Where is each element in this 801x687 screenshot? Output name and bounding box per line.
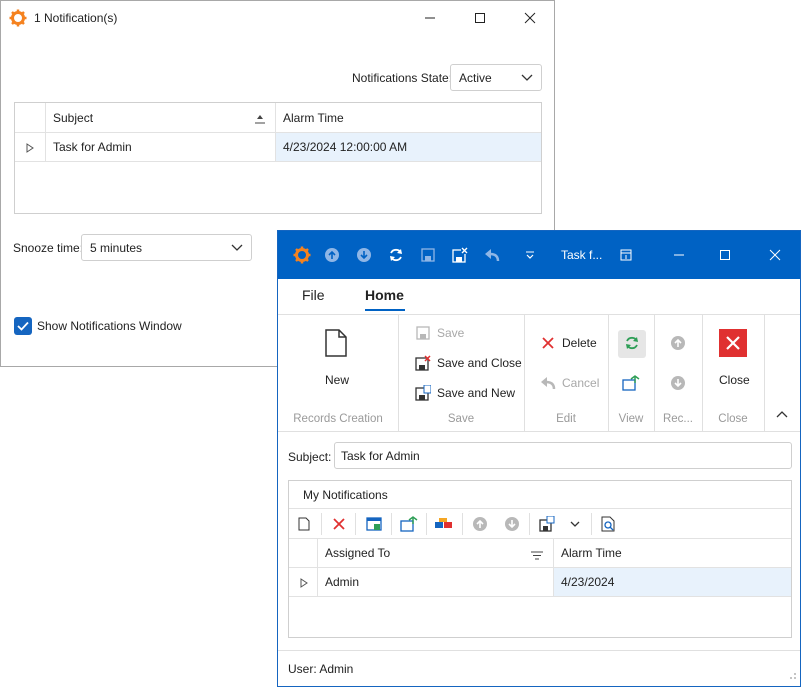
grid-header: Assigned To Alarm Time [289, 539, 791, 568]
column-header-alarm-time[interactable]: Alarm Time [275, 103, 541, 132]
group-label-records-creation: Records Creation [293, 413, 383, 425]
tab-file[interactable]: File [302, 287, 325, 303]
show-in-popup-icon[interactable] [399, 514, 419, 534]
customize-toolbar-icon[interactable] [518, 243, 542, 267]
status-user: User: Admin [288, 661, 354, 676]
new-icon[interactable] [294, 514, 314, 534]
new-button[interactable]: New [325, 373, 349, 387]
maximize-button[interactable] [457, 2, 503, 34]
group-by-icon[interactable] [434, 514, 454, 534]
close-button[interactable] [752, 239, 798, 271]
window-title: 1 Notification(s) [34, 11, 118, 25]
gear-icon [9, 9, 27, 27]
group-label-edit: Edit [556, 413, 576, 425]
quick-access-toolbar: Task f... [278, 231, 800, 279]
title-bar: 1 Notification(s) [1, 1, 554, 35]
column-header-subject[interactable]: Subject [45, 103, 275, 132]
sort-icon [255, 113, 265, 127]
save-icon [415, 325, 431, 341]
my-notifications-panel: My Notifications Assigned To Alarm Time … [288, 480, 792, 638]
close-button[interactable] [507, 2, 553, 34]
column-header-alarm-time[interactable]: Alarm Time [553, 539, 791, 567]
refresh-icon [624, 335, 640, 354]
alarm-time-cell: 4/23/2024 12:00:00 AM [275, 133, 541, 161]
minimize-button[interactable] [656, 239, 702, 271]
save-and-close-icon[interactable] [448, 243, 472, 267]
grid-header: Subject Alarm Time [15, 103, 541, 133]
chevron-down-icon [521, 71, 533, 85]
resize-grip-icon[interactable] [789, 669, 797, 683]
save-and-new-icon [415, 385, 431, 401]
chevron-down-icon [231, 241, 243, 255]
next-record-icon[interactable] [670, 375, 686, 394]
next-record-icon[interactable] [352, 243, 376, 267]
group-label-save: Save [447, 413, 475, 425]
delete-icon[interactable] [329, 514, 349, 534]
group-label-view: View [618, 413, 644, 425]
column-header-assigned-to[interactable]: Assigned To [317, 539, 553, 567]
show-notifications-label: Show Notifications Window [37, 319, 182, 333]
snooze-time-label: Snooze time: [13, 241, 84, 255]
save-and-new-button[interactable]: Save and New [415, 385, 515, 401]
notifications-state-combo[interactable]: Active [450, 64, 542, 91]
ribbon-tabs: File Home [278, 279, 800, 313]
alarm-time-cell: 4/23/2024 [553, 568, 791, 596]
refresh-icon[interactable] [384, 243, 408, 267]
save-icon[interactable] [416, 243, 440, 267]
ribbon: New Records Creation Save Save and Close… [278, 314, 800, 432]
table-row[interactable]: Task for Admin 4/23/2024 12:00:00 AM [15, 133, 541, 162]
subject-cell: Task for Admin [53, 140, 132, 154]
previous-record-icon[interactable] [320, 243, 344, 267]
assigned-to-cell: Admin [325, 575, 360, 589]
group-label-records: Rec... [662, 413, 694, 425]
status-bar: User: Admin [278, 650, 800, 686]
notifications-toolbar [289, 509, 791, 539]
minimize-button[interactable] [407, 2, 453, 34]
snooze-time-value: 5 minutes [90, 240, 143, 255]
subject-input[interactable]: Task for Admin [334, 442, 792, 469]
subject-row: Subject: Task for Admin [278, 432, 800, 478]
delete-icon [540, 335, 556, 351]
window-title: Task f... [561, 248, 603, 262]
filter-icon[interactable] [531, 549, 543, 563]
previous-record-icon[interactable] [670, 335, 686, 354]
undo-icon [540, 375, 556, 391]
save-and-close-button[interactable]: Save and Close [415, 355, 522, 371]
snooze-time-combo[interactable]: 5 minutes [81, 234, 252, 261]
refresh-button[interactable] [618, 330, 646, 358]
delete-button[interactable]: Delete [540, 335, 597, 351]
expand-icon[interactable] [300, 577, 308, 591]
active-tab-indicator [365, 309, 405, 311]
expand-icon[interactable] [26, 142, 34, 156]
restore-layout-icon[interactable] [614, 243, 638, 267]
edit-in-window-icon[interactable] [364, 514, 384, 534]
save-and-close-icon [415, 355, 431, 371]
close-record-button[interactable]: Close [719, 373, 750, 387]
task-detail-window: Task f... File Home New Records Creation… [277, 230, 801, 687]
show-in-popup-icon[interactable] [622, 375, 640, 394]
collapse-ribbon-icon[interactable] [776, 407, 788, 421]
group-label-close: Close [718, 413, 748, 425]
previous-record-icon[interactable] [470, 514, 490, 534]
save-button[interactable]: Save [415, 325, 464, 341]
tab-home[interactable]: Home [365, 287, 404, 303]
notifications-state-label: Notifications State: [352, 71, 453, 85]
maximize-button[interactable] [702, 239, 748, 271]
new-document-icon[interactable] [324, 329, 348, 360]
notifications-grid: Subject Alarm Time Task for Admin 4/23/2… [14, 102, 542, 214]
subject-label: Subject: [288, 450, 332, 464]
next-record-icon[interactable] [502, 514, 522, 534]
notifications-state-value: Active [459, 70, 492, 85]
gear-icon [290, 243, 314, 267]
chevron-down-icon[interactable] [565, 514, 585, 534]
table-row[interactable]: Admin 4/23/2024 [289, 568, 791, 597]
show-notifications-checkbox[interactable] [14, 317, 32, 335]
print-preview-icon[interactable] [598, 514, 618, 534]
undo-icon[interactable] [480, 243, 504, 267]
export-icon[interactable] [537, 514, 557, 534]
panel-title: My Notifications [289, 481, 791, 509]
close-record-icon[interactable] [719, 329, 747, 357]
cancel-button[interactable]: Cancel [540, 375, 599, 391]
